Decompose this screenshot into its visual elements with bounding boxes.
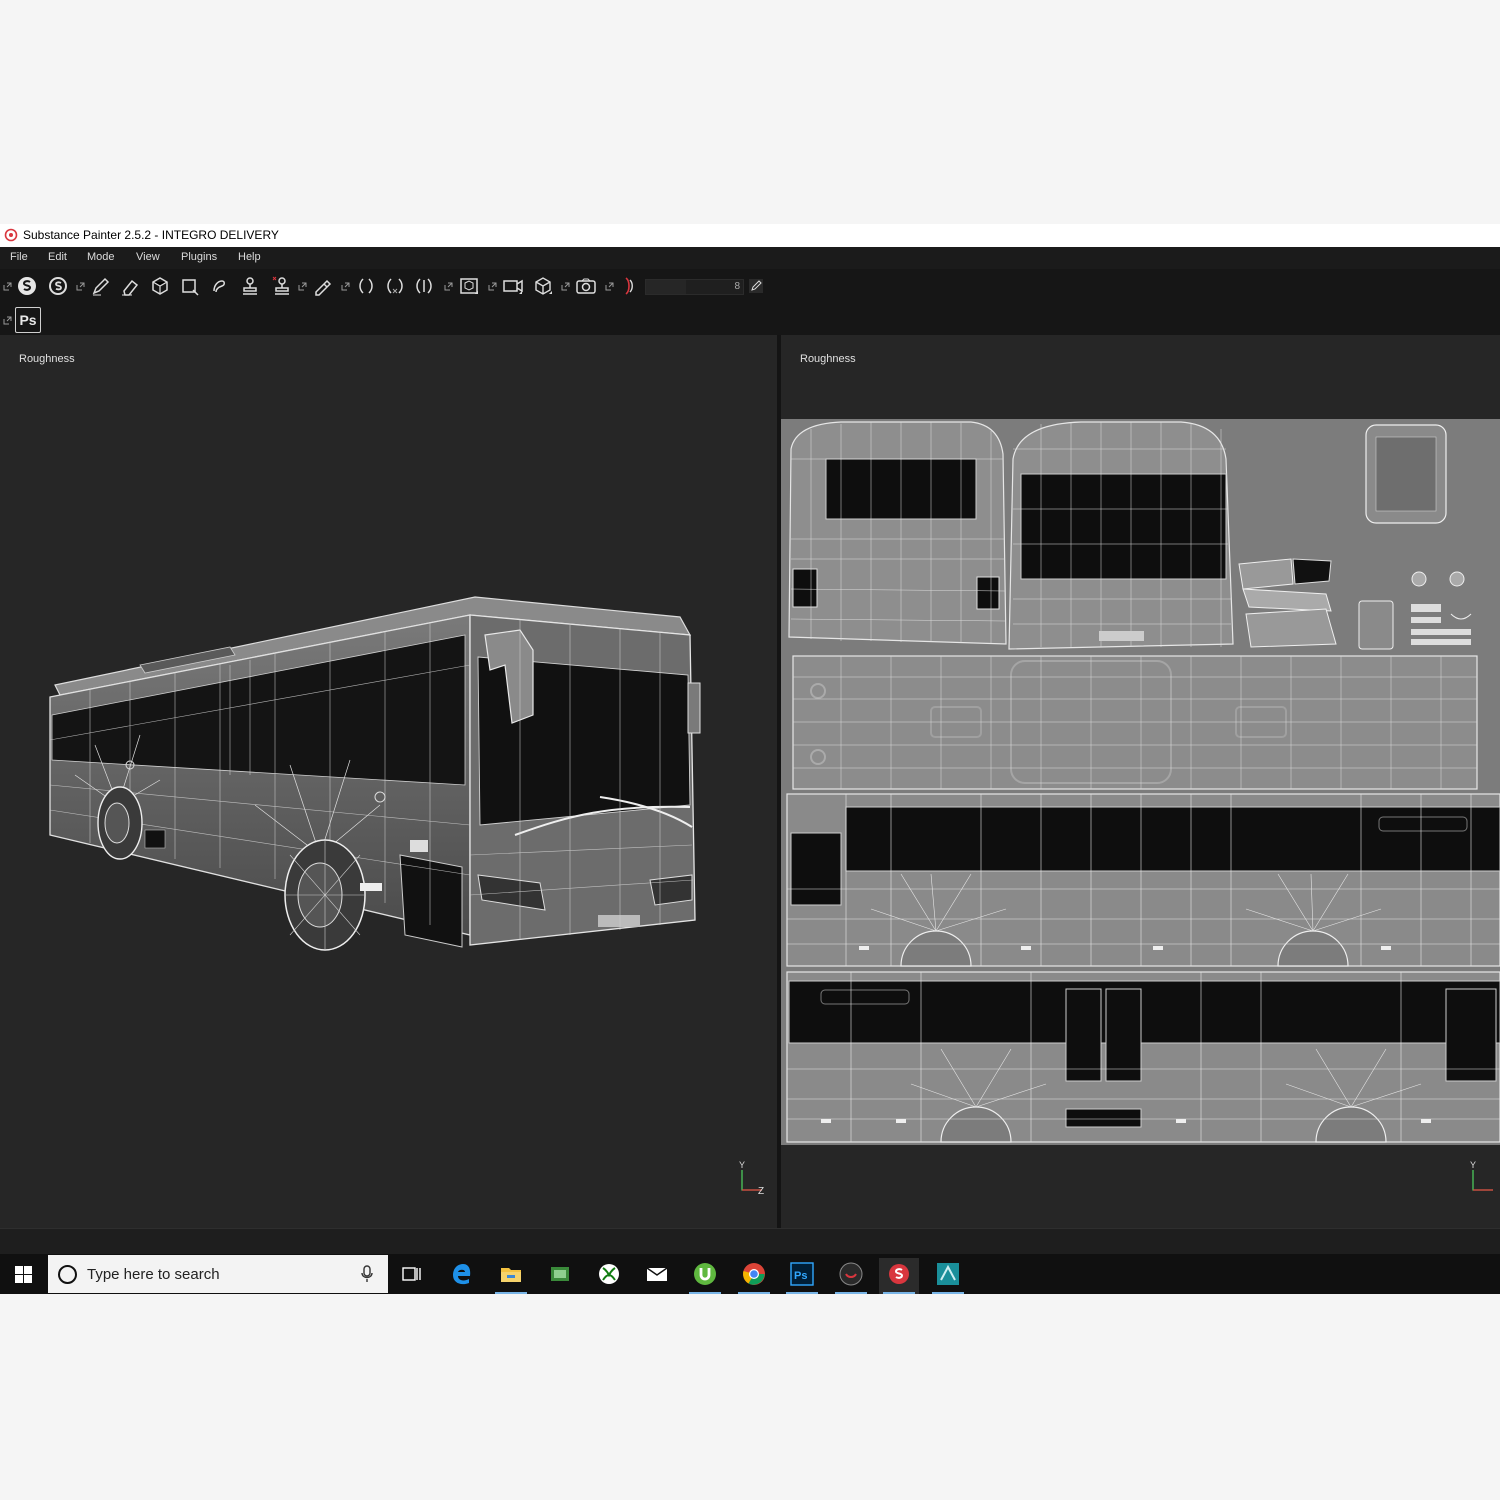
running-indicator [495,1292,527,1294]
title-bar: Substance Painter 2.5.2 - INTEGRO DELIVE… [0,224,1500,247]
windows-logo-icon [15,1266,32,1283]
task-view-button[interactable] [392,1258,432,1294]
viewport-3d[interactable]: Roughness Y Z [0,335,777,1228]
view-cube-icon[interactable] [531,274,555,298]
screenshot-camera-icon[interactable] [574,274,598,298]
undock-icon[interactable] [488,278,497,291]
clone-stamp-icon[interactable] [238,274,262,298]
running-indicator [738,1292,770,1294]
window-title: Substance Painter 2.5.2 - INTEGRO DELIVE… [23,228,279,242]
undock-icon[interactable] [341,278,350,291]
polygon-fill-icon[interactable] [178,274,202,298]
photoshop-button[interactable]: Ps [782,1258,822,1294]
green-app-button[interactable] [540,1258,580,1294]
undock-icon[interactable] [561,278,570,291]
symmetry-icon[interactable] [354,274,378,298]
menu-bar: File Edit Mode View Plugins Help [0,247,1500,269]
brush-size-value: 8 [734,281,740,292]
axis-y-label-2d: Y [1470,1160,1476,1170]
viewport-2d-uv[interactable]: Roughness Y [781,335,1500,1228]
substance-source-icon[interactable] [46,274,70,298]
photoshop-export-button[interactable]: Ps [15,307,41,333]
3dsmax-button[interactable] [928,1258,968,1294]
menu-file[interactable]: File [10,251,28,263]
brush-size-slider[interactable]: 8 [645,279,744,295]
edge-button[interactable] [442,1258,482,1294]
windows-taskbar: Type here to search Ps [0,1254,1500,1294]
substance-share-icon[interactable] [15,274,39,298]
mail-button[interactable] [637,1258,677,1294]
dark-app-button[interactable] [831,1258,871,1294]
svg-text:Ps: Ps [794,1270,807,1282]
undock-icon[interactable] [298,278,307,291]
menu-mode[interactable]: Mode [87,251,115,263]
mail-icon [646,1267,668,1281]
uv-clone-icon[interactable] [270,274,294,298]
axis-gizmo-2d: Y [1469,1160,1499,1196]
axis-z-label: Z [758,1186,764,1196]
substance-painter-taskbar-button[interactable] [879,1258,919,1294]
running-indicator [786,1292,818,1294]
running-indicator [835,1292,867,1294]
windows-start-button[interactable] [0,1254,47,1294]
lazy-mouse-icon[interactable] [617,274,641,298]
chrome-button[interactable] [734,1258,774,1294]
uv-texture-sheet [781,419,1500,1145]
file-explorer-button[interactable] [491,1258,531,1294]
photoshop-icon: Ps [790,1262,814,1286]
symmetry-radial-icon[interactable] [412,274,436,298]
menu-view[interactable]: View [136,251,160,263]
bus-wireframe-model [49,596,701,951]
undock-icon[interactable] [3,312,12,325]
xbox-button[interactable] [589,1258,629,1294]
axis-gizmo-3d: Y Z [738,1160,768,1197]
3dsmax-icon [937,1263,959,1285]
menu-edit[interactable]: Edit [48,251,67,263]
paint-brush-icon[interactable] [89,274,113,298]
channel-label-2d: Roughness [800,353,856,365]
projection-icon[interactable] [148,274,172,298]
substance-painter-logo-icon [4,228,18,242]
chrome-icon [743,1263,765,1285]
pen-pressure-icon[interactable] [748,278,764,294]
substance-painter-icon [889,1264,909,1284]
smudge-icon[interactable] [207,274,231,298]
eraser-icon[interactable] [118,274,142,298]
utorrent-button[interactable] [685,1258,725,1294]
undock-icon[interactable] [3,278,12,291]
cortana-icon [58,1265,77,1284]
utorrent-icon [694,1263,716,1285]
undock-icon[interactable] [444,278,453,291]
task-view-icon [402,1267,421,1281]
green-app-icon [551,1267,569,1281]
plugin-bar: Ps [0,303,1500,335]
undock-icon[interactable] [605,278,614,291]
display-mode-icon[interactable] [457,274,481,298]
color-picker-icon[interactable] [310,274,334,298]
running-indicator [883,1292,915,1294]
undock-icon[interactable] [76,278,85,291]
status-strip [0,1228,1500,1255]
file-explorer-icon [501,1268,521,1282]
symmetry-x-icon[interactable] [383,274,407,298]
tool-bar: 8 [0,269,1500,303]
camera-view-icon[interactable] [501,274,525,298]
running-indicator [689,1292,721,1294]
slider-fill [646,280,686,294]
microphone-icon[interactable] [360,1265,374,1283]
xbox-icon [599,1264,619,1284]
substance-painter-window: Substance Painter 2.5.2 - INTEGRO DELIVE… [0,224,1500,1294]
running-indicator [932,1292,964,1294]
menu-plugins[interactable]: Plugins [181,251,217,263]
edge-icon [453,1264,471,1285]
menu-help[interactable]: Help [238,251,261,263]
taskbar-search-box[interactable]: Type here to search [48,1255,388,1293]
axis-y-label: Y [739,1160,745,1170]
dark-app-icon [839,1262,863,1286]
search-placeholder: Type here to search [87,1266,220,1283]
